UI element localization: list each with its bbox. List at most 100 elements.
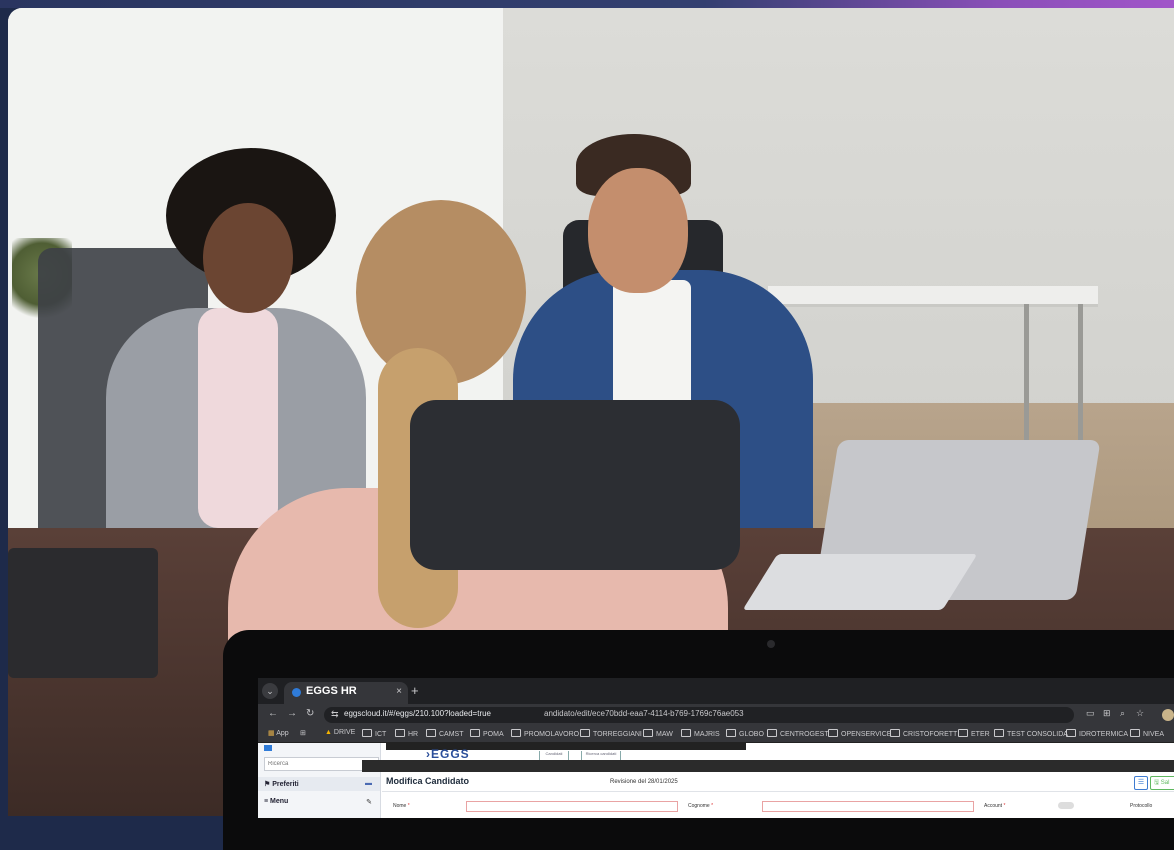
save-label: Sal [1160, 780, 1170, 786]
bookmark-test-consolida[interactable]: TEST CONSOLIDA [994, 729, 1068, 738]
url-text: eggscloud.it/#/eggs/210.100?loaded=true [344, 709, 492, 718]
folder-icon [426, 729, 436, 737]
folder-icon [395, 729, 405, 737]
folder-icon [958, 729, 968, 737]
sidebar-logo-icon [264, 745, 272, 751]
cast-icon[interactable]: ▭ [1086, 708, 1095, 719]
bookmark-camst[interactable]: CAMST [426, 729, 464, 738]
bookmark-eter[interactable]: ETER [958, 729, 990, 738]
back-icon[interactable]: ← [268, 708, 278, 719]
translate-icon[interactable]: ⊞ [1103, 708, 1111, 719]
preferiti-label: Preferiti [272, 781, 299, 788]
protocollo-label: Protocollo [1130, 803, 1153, 809]
cognome-field[interactable] [762, 801, 974, 812]
bookmark-label: CRISTOFORETTI [903, 731, 960, 738]
tab-bar: ⌄ EGGS HR × + [258, 678, 1174, 704]
webcam-icon [767, 640, 775, 648]
bookmark-label: GLOBO [739, 731, 764, 738]
page-title: Modifica Candidato [386, 776, 469, 786]
reload-icon[interactable]: ↻ [306, 708, 314, 719]
photo-laptop-base [742, 554, 978, 610]
bookmark-label: CENTROGEST [780, 731, 829, 738]
bookmark-maw[interactable]: MAW [643, 729, 673, 738]
photo-paper-stack [8, 548, 158, 678]
bookmark-label: POMA [483, 731, 504, 738]
bookmark-openservice[interactable]: OPENSERVICE [828, 729, 891, 738]
save-icon: 🖫 [1154, 780, 1160, 786]
bookmark-label: ICT [375, 731, 387, 738]
account-label: Account * [984, 803, 1005, 809]
sidebar: ⚑ Preferiti ▬ ≡ Menu ✎ [258, 743, 381, 818]
bookmark-label: CAMST [439, 731, 464, 738]
new-tab-button[interactable]: + [411, 683, 419, 698]
bookmark-label: PROMOLAVORO [524, 731, 580, 738]
site-settings-icon[interactable]: ⇆ [331, 709, 339, 720]
bookmark-nivea[interactable]: NIVEA [1130, 729, 1164, 738]
folder-icon [726, 729, 736, 737]
folder-icon [580, 729, 590, 737]
divider [382, 791, 1174, 792]
forward-icon[interactable]: → [287, 708, 297, 719]
photo-woman-face [203, 203, 293, 313]
star-icon[interactable]: ☆ [1136, 708, 1144, 719]
browser-screen: ⌄ EGGS HR × + ← → ↻ ⇆ eggscloud.it/#/egg… [258, 678, 1174, 818]
required-marker: * [711, 803, 714, 809]
bookmark-hr[interactable]: HR [395, 729, 418, 738]
close-icon[interactable]: × [396, 686, 402, 697]
tab-title: EGGS HR [306, 685, 357, 697]
header-tab-label: Ricerca candidati [585, 751, 617, 756]
menu-icon: ≡ [264, 798, 269, 805]
zoom-icon[interactable]: ⌕ [1120, 708, 1125, 719]
list-view-button[interactable]: ☰ [1134, 776, 1148, 790]
required-marker: * [407, 803, 410, 809]
header-dark-band-2 [362, 760, 1174, 772]
bookmark-grid[interactable]: ⊞ [300, 729, 306, 737]
edit-icon[interactable]: ✎ [366, 798, 372, 806]
bookmark-label: TEST CONSOLIDA [1007, 731, 1068, 738]
bookmark-poma[interactable]: POMA [470, 729, 504, 738]
sidebar-item-menu[interactable]: ≡ Menu ✎ [258, 795, 380, 809]
folder-icon [828, 729, 838, 737]
favicon-icon [292, 688, 301, 697]
nome-label: Nome * [393, 803, 410, 809]
bookmark-majris[interactable]: MAJRIS [681, 729, 720, 738]
photo-desk-leg [1024, 304, 1029, 444]
bookmark-drive[interactable]: ▲ DRIVE [325, 729, 355, 736]
account-label-text: Account [984, 803, 1003, 809]
cognome-label: Cognome * [688, 803, 713, 809]
folder-icon [643, 729, 653, 737]
logo-text: EGGS [431, 747, 470, 761]
required-marker: * [1003, 803, 1006, 809]
account-toggle[interactable] [1058, 802, 1074, 809]
bookmark-cristoforetti[interactable]: CRISTOFORETTI [890, 729, 959, 738]
bookmark-torreggiani[interactable]: TORREGGIANI [580, 729, 642, 738]
nome-field[interactable] [466, 801, 678, 812]
folder-icon [681, 729, 691, 737]
folder-icon [1130, 729, 1140, 737]
bookmark-centrogest[interactable]: CENTROGEST [767, 729, 829, 738]
bookmark-globo[interactable]: GLOBO [726, 729, 764, 738]
sidebar-item-preferiti[interactable]: ⚑ Preferiti ▬ [258, 777, 380, 791]
folder-icon [994, 729, 1004, 737]
address-bar-row: ← → ↻ ⇆ eggscloud.it/#/eggs/210.100?load… [258, 704, 1174, 726]
apps-grid-icon: ▦ [268, 730, 275, 737]
tab-eggs-hr[interactable]: EGGS HR × [284, 682, 408, 704]
save-button[interactable]: 🖫 Sal [1150, 776, 1174, 790]
bookmark-idrotermica[interactable]: IDROTERMICA [1066, 729, 1128, 738]
chevron-down-icon[interactable]: ⌄ [262, 683, 278, 699]
folder-icon [362, 729, 372, 737]
bookmark-apps[interactable]: ▦ App [268, 729, 289, 737]
folder-icon [1066, 729, 1076, 737]
profile-avatar[interactable] [1162, 709, 1174, 721]
bookmark-ict[interactable]: ICT [362, 729, 386, 738]
photo-man-face [588, 168, 688, 293]
drive-icon: ▲ [325, 729, 332, 736]
bookmark-label: NIVEA [1143, 731, 1165, 738]
url-input[interactable]: ⇆ eggscloud.it/#/eggs/210.100?loaded=tru… [324, 707, 1074, 723]
header-tab-label: Candidati [545, 751, 563, 756]
url-path-text: andidato/edit/ece70bdd-eaa7-4114-b769-17… [544, 709, 744, 718]
revision-label: Revisione del 28/01/2025 [610, 779, 678, 785]
bookmark-label: DRIVE [333, 729, 356, 736]
bookmark-promolavoro[interactable]: PROMOLAVORO [511, 729, 579, 738]
photo-back-desk [768, 286, 1098, 307]
